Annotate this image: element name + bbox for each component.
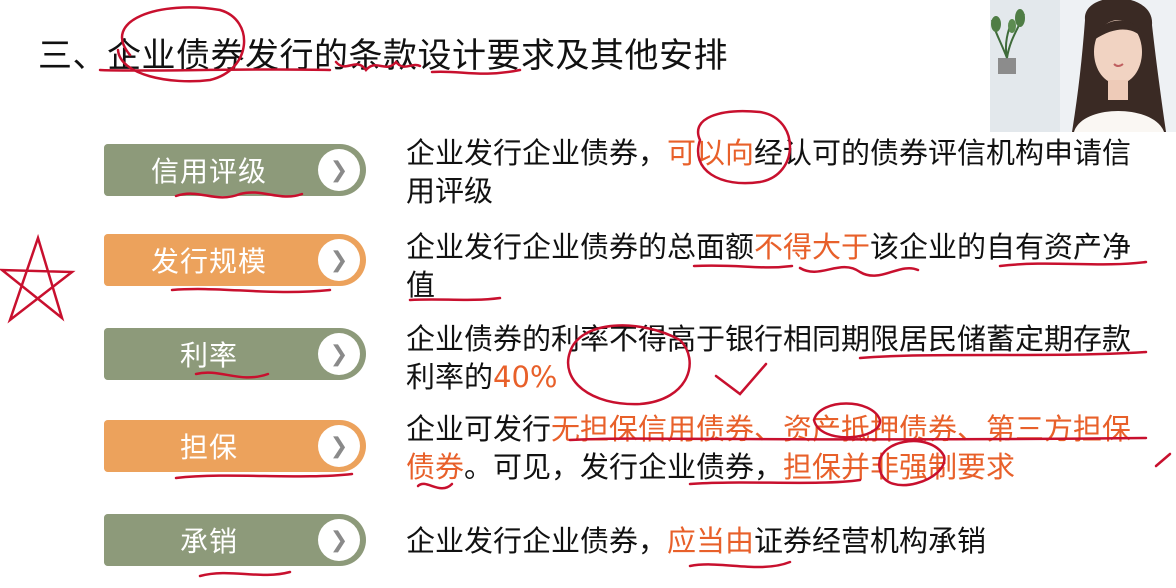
chevron-right-icon[interactable]: ❯ xyxy=(318,333,360,375)
topic-description-5: 企业发行企业债券，应当由证券经营机构承销 xyxy=(406,522,1156,560)
topic-pill-4[interactable]: 担保 ❯ xyxy=(104,420,366,472)
topic-pill-5[interactable]: 承销 ❯ xyxy=(104,514,366,566)
topic-pill-1[interactable]: 信用评级 ❯ xyxy=(104,144,366,196)
topic-pill-3[interactable]: 利率 ❯ xyxy=(104,328,366,380)
highlighted-text: 担保并非强制要求 xyxy=(783,450,1016,484)
chevron-right-icon[interactable]: ❯ xyxy=(318,149,360,191)
highlighted-text: 可以向 xyxy=(667,136,755,170)
topic-pill-2[interactable]: 发行规模 ❯ xyxy=(104,234,366,286)
topic-pill-label: 利率 xyxy=(179,339,238,372)
topic-description-4: 企业可发行无担保信用债券、资产抵押债券、第三方担保债券。可见，发行企业债券，担保… xyxy=(406,410,1156,486)
description-text: 企业可发行 xyxy=(406,412,552,446)
highlighted-text: 40% xyxy=(493,360,558,394)
description-text: 企业发行企业债券， xyxy=(406,136,668,170)
chevron-right-icon[interactable]: ❯ xyxy=(318,425,360,467)
topic-pill-label: 担保 xyxy=(179,431,238,464)
presenter-webcam xyxy=(990,0,1176,132)
page-title: 三、企业债券发行的条款设计要求及其他安排 xyxy=(38,36,728,76)
description-text: 证券经营机构承销 xyxy=(754,524,987,558)
description-text: 。可见，发行企业债券， xyxy=(464,450,784,484)
highlighted-text: 应当由 xyxy=(667,524,755,558)
chevron-right-icon[interactable]: ❯ xyxy=(318,519,360,561)
topic-pill-label: 承销 xyxy=(179,525,238,558)
highlighted-text: 不得大于 xyxy=(754,230,871,264)
description-text: 企业发行企业债券， xyxy=(406,524,668,558)
topic-description-3: 企业债券的利率不得高于银行相同期限居民储蓄定期存款利率的40% xyxy=(406,320,1156,396)
topic-description-1: 企业发行企业债券，可以向经认可的债券评信机构申请信用评级 xyxy=(406,134,1156,210)
topic-pill-label: 信用评级 xyxy=(150,155,267,188)
description-text: 企业发行企业债券的总面额 xyxy=(406,230,755,264)
presenter-image xyxy=(990,0,1176,132)
chevron-right-icon[interactable]: ❯ xyxy=(318,239,360,281)
topic-pill-label: 发行规模 xyxy=(150,245,267,278)
topic-description-2: 企业发行企业债券的总面额不得大于该企业的自有资产净值 xyxy=(406,228,1156,304)
